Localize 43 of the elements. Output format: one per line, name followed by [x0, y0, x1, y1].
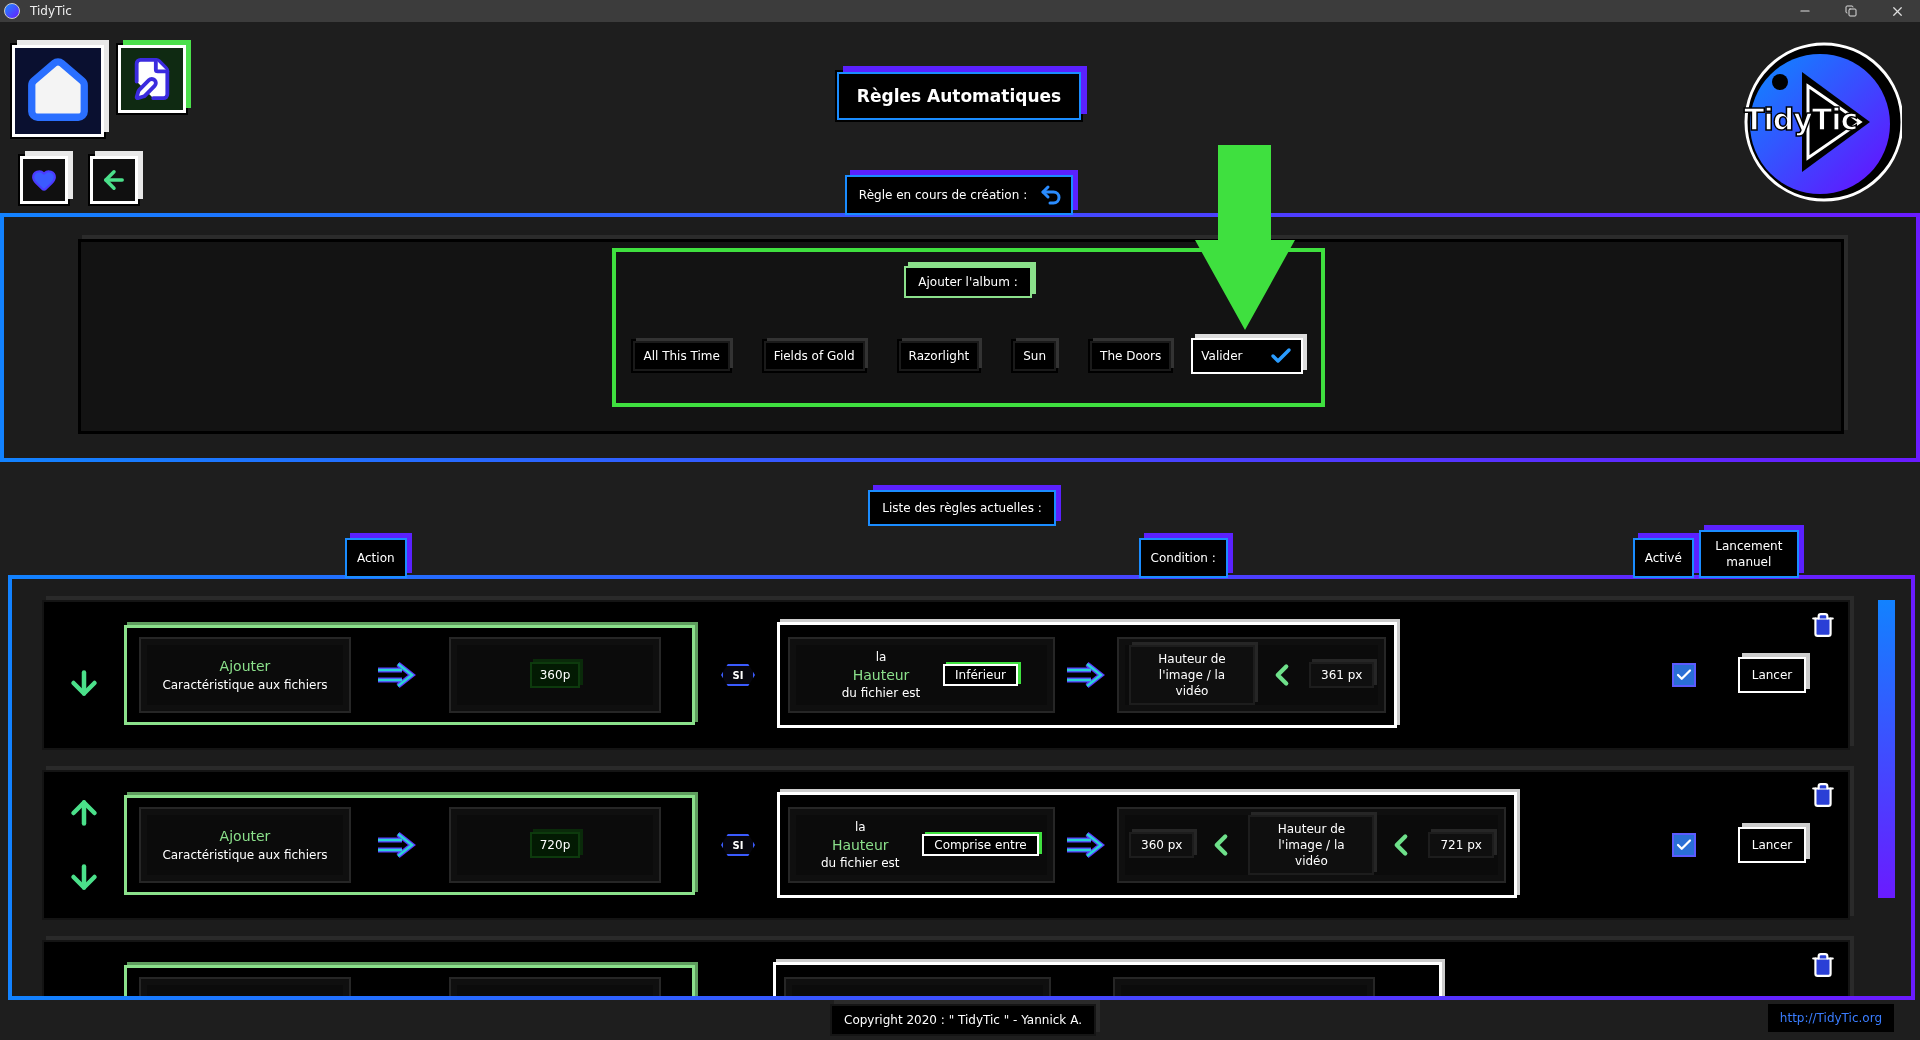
subject-prefix: la [854, 820, 866, 834]
double-arrow-icon [1065, 831, 1105, 859]
heart-icon [31, 167, 57, 193]
logo-text: TidyTic [1744, 102, 1858, 137]
app-icon [4, 3, 20, 19]
double-arrow-icon [376, 661, 416, 689]
album-option-button[interactable]: All This Time [633, 341, 730, 371]
action-verb: Ajouter [219, 658, 271, 674]
trash-button[interactable] [1810, 782, 1836, 808]
double-arrow-icon [1065, 661, 1105, 689]
active-checkbox[interactable] [1672, 833, 1696, 857]
value-chip: 721 px [1428, 832, 1494, 858]
website-link[interactable]: http://TidyTic.org [1767, 1004, 1894, 1032]
double-arrow-icon [376, 831, 416, 859]
window-title: TidyTic [30, 4, 73, 18]
active-checkbox[interactable] [1672, 663, 1696, 687]
album-option-button[interactable]: Razorlight [898, 341, 980, 371]
album-option-button[interactable]: The Doors [1090, 341, 1172, 371]
trash-button[interactable] [1810, 612, 1836, 638]
action-target: Caractéristique aux fichiers [162, 678, 328, 692]
subject-suffix: du fichier est [841, 686, 921, 700]
field-chip: Hauteur de l'image / la vidéo [1248, 814, 1375, 876]
creation-tab-label: Règle en cours de création : [858, 188, 1028, 202]
subject-prefix: la [875, 650, 887, 664]
operator-button[interactable]: Comprise entre [922, 834, 1039, 856]
value-chip: 360 px [1129, 832, 1195, 858]
trash-button[interactable] [1810, 952, 1836, 978]
restore-icon [1845, 5, 1857, 17]
subject-label: Hauteur [852, 667, 910, 683]
album-option-button[interactable]: Fields of Gold [763, 341, 865, 371]
field-chip: Hauteur de l'image / la vidéo [1129, 644, 1255, 706]
value-chip: 361 px [1309, 662, 1375, 688]
value-tag: 360p [529, 662, 581, 688]
subject-label: Hauteur [831, 837, 889, 853]
value-tag: 720p [529, 832, 581, 858]
album-option-button[interactable]: Sun [1013, 341, 1057, 371]
scrollbar[interactable] [1878, 600, 1895, 898]
if-badge: SI [721, 664, 755, 686]
action-target: Caractéristique aux fichiers [162, 848, 328, 862]
operator-button[interactable]: Inférieur [943, 664, 1018, 686]
if-badge: SI [721, 834, 755, 856]
action-verb: Ajouter [219, 828, 271, 844]
subject-suffix: du fichier est [820, 856, 900, 870]
